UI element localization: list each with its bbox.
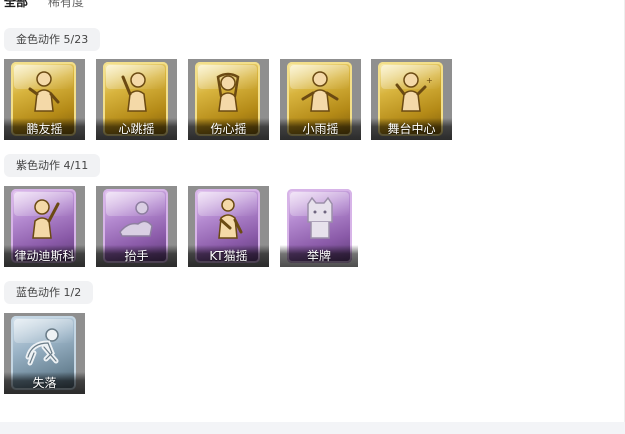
- action-card[interactable]: 失落: [4, 313, 85, 394]
- figure-cat-icon: [218, 198, 243, 239]
- action-card[interactable]: 伤心摇: [188, 59, 269, 140]
- card-name: 小雨摇: [280, 118, 361, 140]
- figure-crawl-icon: [25, 328, 59, 366]
- filter-tabs: 全部 稀有度: [4, 0, 84, 10]
- card-name: 抬手: [96, 245, 177, 267]
- figure-heart-icon: [216, 72, 240, 112]
- action-card[interactable]: 小雨摇: [280, 59, 361, 140]
- tab-rarity[interactable]: 稀有度: [48, 0, 84, 10]
- action-card[interactable]: 举牌: [280, 186, 358, 267]
- figure-wave-icon: [121, 72, 147, 112]
- card-name: 舞台中心: [371, 118, 452, 140]
- figure-stage-icon: +: [395, 72, 433, 112]
- figure-arms-icon: [301, 71, 339, 112]
- footer-bar: [0, 422, 625, 434]
- section-label-purple: 紫色动作 4/11: [4, 154, 101, 177]
- action-card[interactable]: 鹏友摇: [4, 59, 85, 140]
- action-card[interactable]: 心跳摇: [96, 59, 177, 140]
- svg-text:+: +: [426, 76, 433, 85]
- section-label-blue: 蓝色动作 1/2: [4, 281, 94, 304]
- tab-all[interactable]: 全部: [4, 0, 28, 10]
- card-name: 举牌: [280, 245, 358, 267]
- action-card[interactable]: 抬手: [96, 186, 177, 267]
- action-card[interactable]: KT猫摇: [188, 186, 269, 267]
- figure-sign-icon: [307, 196, 333, 239]
- section-label-gold: 金色动作 5/23: [4, 28, 101, 51]
- card-name: 伤心摇: [188, 118, 269, 140]
- card-name: 鹏友摇: [4, 118, 85, 140]
- figure-dance-icon: [28, 71, 60, 112]
- figure-disco-icon: [32, 199, 60, 239]
- card-name: KT猫摇: [188, 245, 269, 267]
- action-card[interactable]: + 舞台中心: [371, 59, 452, 140]
- card-name: 失落: [4, 372, 85, 394]
- card-name: 律动迪斯科: [4, 245, 85, 267]
- card-name: 心跳摇: [96, 118, 177, 140]
- figure-raise-hand-icon: [119, 201, 153, 237]
- action-card[interactable]: 律动迪斯科: [4, 186, 85, 267]
